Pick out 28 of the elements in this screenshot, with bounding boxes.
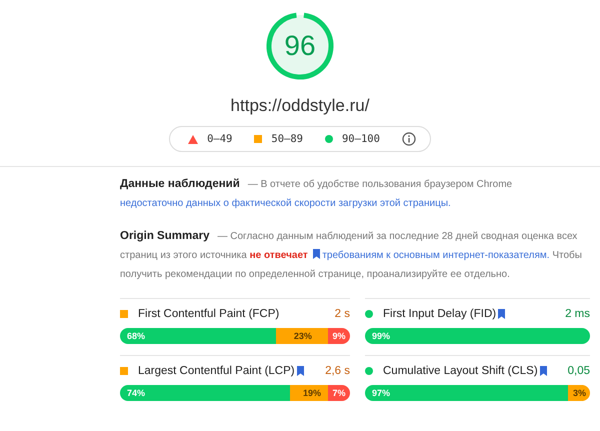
metric-name: Largest Contentful Paint (LCP)	[138, 365, 295, 377]
metric-name: First Input Delay (FID)	[383, 308, 496, 320]
metric-name: Cumulative Layout Shift (CLS)	[383, 365, 538, 377]
report-link[interactable]: требованиям к основным интернет-показателям.	[310, 250, 550, 261]
distribution-segment: 68%	[120, 328, 276, 344]
page-url: https://oddstyle.ru/	[230, 96, 370, 116]
score-value: 96	[284, 31, 316, 61]
distribution-segment: 99%	[365, 328, 590, 344]
distribution-segment: 74%	[120, 385, 290, 401]
circle-icon	[324, 135, 333, 143]
distribution-segment: 3%	[568, 385, 590, 401]
metric-value: 2 ms	[565, 308, 590, 320]
distribution-segment: 7%	[328, 385, 350, 401]
range-label: 50–89	[271, 133, 303, 145]
section-text: Origin Summary — Согласно данным наблюдений за последние 28 дней сводная оценка всех страниц из этого источника не отвечает требованиям к основным интернет-показателям. Чтобы получить рекомендации по определенной странице, проанализируйте ее отдельно.	[120, 229, 583, 282]
range-label: 0–49	[207, 133, 232, 145]
distribution-segment: 9%	[328, 328, 350, 344]
metric-name: First Contentful Paint (FCP)	[138, 308, 280, 320]
info-icon[interactable]	[402, 132, 416, 146]
triangle-icon	[188, 134, 198, 144]
range-label: 90–100	[342, 133, 380, 145]
square-icon	[254, 135, 262, 143]
report-link[interactable]: недостаточно данных о фактической скорости загрузки этой страницы.	[120, 198, 451, 209]
distribution-segment: 23%	[276, 328, 330, 344]
metric-value: 2,6 s	[325, 365, 350, 377]
section-text: Данные наблюдений — В отчете об удобстве пользования браузером Chrome недостаточно данных о фактической скорости загрузки этой страницы.	[120, 177, 514, 211]
metric-value: 2 s	[334, 308, 350, 320]
metric-value: 0,05	[568, 365, 590, 377]
